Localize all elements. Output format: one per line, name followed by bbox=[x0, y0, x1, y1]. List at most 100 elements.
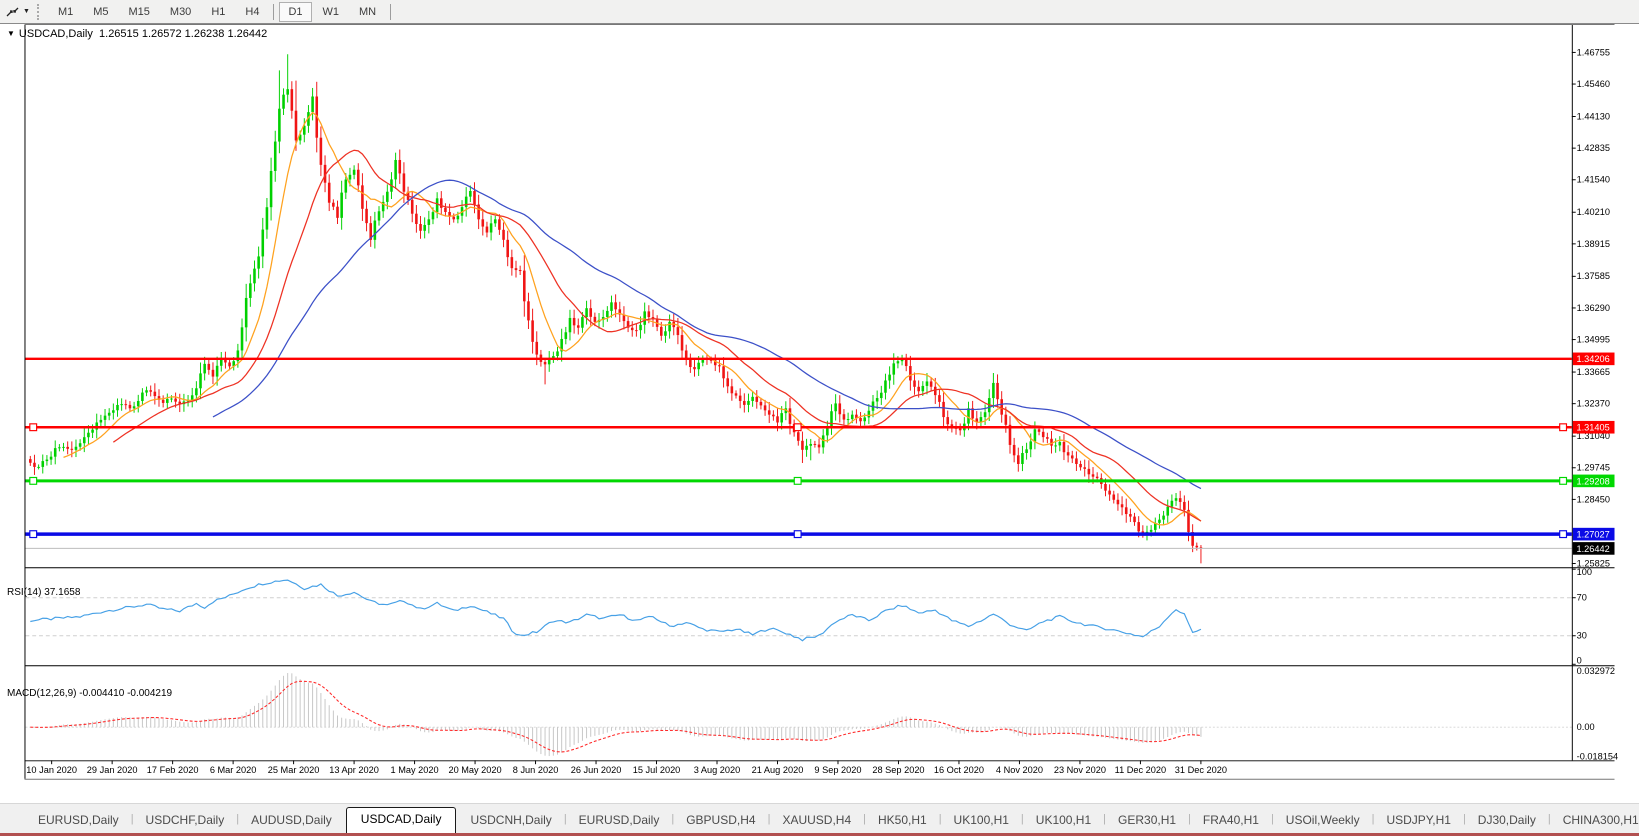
rsi-line bbox=[30, 579, 1202, 642]
line-drag-handle[interactable] bbox=[29, 476, 38, 485]
chart-tab-usdcnh-daily[interactable]: USDCNH,Daily bbox=[458, 809, 563, 833]
chart-tab-uk100-h1[interactable]: UK100,H1 bbox=[1024, 809, 1103, 833]
macd-indicator-label: MACD(12,26,9) -0.004410 -0.004219 bbox=[7, 688, 173, 699]
chart-tab-gbpusd-h4[interactable]: GBPUSD,H4 bbox=[674, 809, 767, 833]
line-drag-handle[interactable] bbox=[29, 423, 38, 432]
macd-tick-label: 0.032972 bbox=[1577, 666, 1615, 676]
chart-tab-usdchf-daily[interactable]: USDCHF,Daily bbox=[134, 809, 237, 833]
line-drag-handle[interactable] bbox=[29, 530, 38, 539]
date-label: 8 Jun 2020 bbox=[513, 765, 559, 775]
chart-tab-china300-h1[interactable]: CHINA300,H1 bbox=[1551, 809, 1639, 833]
price-tick-label: 1.40210 bbox=[1577, 207, 1610, 217]
price-badge-value: 1.34206 bbox=[1577, 354, 1610, 364]
chart-tab-xauusd-h4[interactable]: XAUUSD,H4 bbox=[770, 809, 863, 833]
line-drag-handle[interactable] bbox=[793, 423, 802, 432]
chart-tab-fra40-h1[interactable]: FRA40,H1 bbox=[1191, 809, 1271, 833]
price-tick-label: 1.36290 bbox=[1577, 303, 1610, 313]
chart-tab-hk50-h1[interactable]: HK50,H1 bbox=[866, 809, 939, 833]
line-drag-handle[interactable] bbox=[1559, 530, 1568, 539]
chart-tab-usdcad-daily[interactable]: USDCAD,Daily bbox=[345, 807, 457, 833]
macd-tick-label: -0.018154 bbox=[1577, 751, 1618, 761]
date-label: 25 Mar 2020 bbox=[268, 765, 320, 775]
timeframe-button-m5[interactable]: M5 bbox=[84, 2, 117, 22]
chart-tab-ger30-h1[interactable]: GER30,H1 bbox=[1106, 809, 1188, 833]
chart-tab-audusd-daily[interactable]: AUDUSD,Daily bbox=[239, 809, 344, 833]
chart-quote-ohlc: 1.26515 1.26572 1.26238 1.26442 bbox=[99, 28, 268, 40]
price-tick-label: 1.29745 bbox=[1577, 463, 1610, 473]
chevron-down-icon: ▼ bbox=[23, 8, 30, 15]
toolbar-separator bbox=[390, 3, 392, 20]
price-badge-value: 1.29208 bbox=[1577, 476, 1610, 486]
rsi-value: 37.1658 bbox=[44, 587, 81, 598]
date-label: 16 Oct 2020 bbox=[934, 765, 984, 775]
date-label: 17 Feb 2020 bbox=[147, 765, 199, 775]
price-tick-label: 1.45460 bbox=[1577, 79, 1610, 89]
timeframe-button-h1[interactable]: H1 bbox=[202, 2, 234, 22]
date-label: 21 Aug 2020 bbox=[752, 765, 804, 775]
chart-tab-dj30-daily[interactable]: DJ30,Daily bbox=[1466, 809, 1548, 833]
macd-histogram bbox=[33, 673, 1202, 757]
price-tick-label: 1.33665 bbox=[1577, 367, 1610, 377]
rsi-indicator-label: RSI(14) 37.1658 bbox=[7, 587, 81, 598]
timeframe-button-d1[interactable]: D1 bbox=[279, 1, 312, 22]
price-tick-label: 1.46755 bbox=[1577, 47, 1610, 57]
chart-tab-usoil-weekly[interactable]: USOil,Weekly bbox=[1274, 809, 1372, 833]
chart-tab-uk100-h1[interactable]: UK100,H1 bbox=[942, 809, 1021, 833]
rsi-tick-label: 30 bbox=[1577, 631, 1587, 641]
collapse-triangle-icon[interactable]: ▼ bbox=[7, 29, 15, 38]
price-chart-canvas[interactable]: 1.46755 1.45460 1.44130 1.42835 1.41540 1.402… bbox=[0, 24, 1639, 803]
date-label: 3 Aug 2020 bbox=[694, 765, 741, 775]
price-badge-value: 1.27027 bbox=[1577, 530, 1610, 540]
line-drag-handle[interactable] bbox=[793, 530, 802, 539]
timeframe-button-m30[interactable]: M30 bbox=[161, 2, 200, 22]
date-label: 23 Nov 2020 bbox=[1054, 765, 1106, 775]
date-label: 9 Sep 2020 bbox=[814, 765, 861, 775]
price-tick-label: 1.34995 bbox=[1577, 334, 1610, 344]
timeframe-button-m15[interactable]: M15 bbox=[120, 2, 159, 22]
line-drag-handle[interactable] bbox=[793, 476, 802, 485]
chart-cursor-glyph bbox=[6, 7, 19, 16]
moving-average-line-9 bbox=[63, 111, 1202, 526]
date-label: 4 Nov 2020 bbox=[996, 765, 1043, 775]
timeframe-button-w1[interactable]: W1 bbox=[314, 2, 349, 22]
macd-signal-line bbox=[30, 680, 1201, 753]
toolbar-grip bbox=[36, 3, 42, 20]
date-label: 20 May 2020 bbox=[448, 765, 501, 775]
chart-tab-bar: EURUSD,Daily | USDCHF,Daily | AUDUSD,Daily US… bbox=[0, 803, 1639, 833]
line-drag-handle[interactable] bbox=[1559, 423, 1568, 432]
date-label: 10 Jan 2020 bbox=[26, 765, 77, 775]
date-label: 28 Sep 2020 bbox=[872, 765, 924, 775]
price-tick-label: 1.44130 bbox=[1577, 111, 1610, 121]
price-tick-label: 1.41540 bbox=[1577, 175, 1610, 185]
toolbar-separator bbox=[273, 3, 275, 20]
price-tick-label: 1.32370 bbox=[1577, 399, 1610, 409]
line-drag-handle[interactable] bbox=[1559, 476, 1568, 485]
price-tick-label: 1.38915 bbox=[1577, 239, 1610, 249]
moving-average-line-21 bbox=[112, 149, 1202, 522]
date-label: 13 Apr 2020 bbox=[329, 765, 379, 775]
date-label: 26 Jun 2020 bbox=[571, 765, 622, 775]
macd-values: -0.004410 -0.004219 bbox=[79, 688, 173, 699]
candlestick-series bbox=[29, 54, 1203, 564]
price-tick-label: 1.37585 bbox=[1577, 271, 1610, 281]
price-badge-value: 1.26442 bbox=[1577, 544, 1610, 554]
timeframe-button-m1[interactable]: M1 bbox=[49, 2, 82, 22]
rsi-tick-label: 0 bbox=[1577, 655, 1582, 665]
date-label: 1 May 2020 bbox=[391, 765, 439, 775]
timeframe-button-mn[interactable]: MN bbox=[350, 2, 385, 22]
chart-tab-eurusd-daily[interactable]: EURUSD,Daily bbox=[26, 809, 131, 833]
chart-cursor-icon[interactable]: ▼ bbox=[2, 3, 33, 21]
macd-tick-label: 0.00 bbox=[1577, 722, 1595, 732]
date-label: 6 Mar 2020 bbox=[210, 765, 257, 775]
date-label: 31 Dec 2020 bbox=[1175, 765, 1227, 775]
chart-tab-usdjpy-h1[interactable]: USDJPY,H1 bbox=[1374, 809, 1462, 833]
price-tick-label: 1.42835 bbox=[1577, 143, 1610, 153]
timeframe-button-h4[interactable]: H4 bbox=[236, 2, 268, 22]
date-label: 11 Dec 2020 bbox=[1115, 765, 1167, 775]
chart-tab-eurusd-daily[interactable]: EURUSD,Daily bbox=[567, 809, 672, 833]
rsi-tick-label: 100 bbox=[1577, 567, 1592, 577]
date-label: 15 Jul 2020 bbox=[633, 765, 681, 775]
price-tick-label: 1.28450 bbox=[1577, 494, 1610, 504]
timeframe-toolbar: ▼ M1 M5 M15 M30 H1 H4 D1 W1 MN bbox=[0, 0, 1639, 24]
price-badge-value: 1.31405 bbox=[1577, 423, 1610, 433]
